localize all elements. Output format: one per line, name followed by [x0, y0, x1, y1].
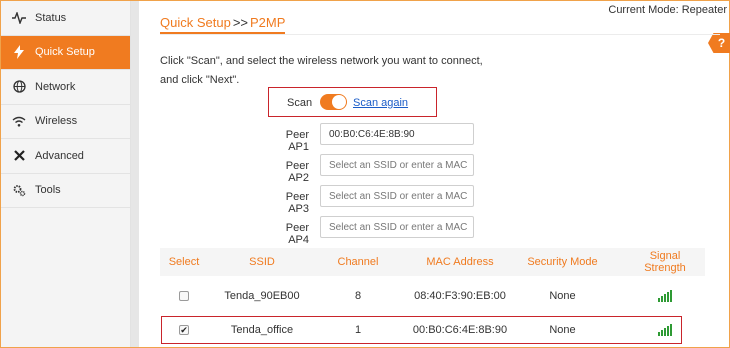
peer-ap1-label: Peer AP1	[285, 129, 309, 153]
globe-icon	[11, 79, 27, 95]
col-channel: Channel	[337, 256, 379, 268]
peer-ap2-input[interactable]	[320, 154, 474, 176]
sidebar-item-quick-setup[interactable]: Quick Setup	[1, 35, 130, 70]
table-header: Select SSID Channel MAC Address Security…	[160, 248, 705, 276]
signal-strength-icon	[658, 290, 672, 302]
col-signal: Signal Strength	[644, 250, 686, 274]
scan-toggle[interactable]	[320, 94, 347, 110]
peer-ap4-label: Peer AP4	[285, 222, 309, 246]
sidebar-item-label: Network	[35, 80, 76, 93]
main-content: Current Mode: Repeater ? Quick Setup >> P2…	[139, 1, 730, 347]
signal-strength-icon	[658, 324, 672, 336]
peer-ap3-input[interactable]	[320, 185, 474, 207]
peer-ap2-label: Peer AP2	[285, 160, 309, 184]
table-row[interactable]: Tenda_90EB00 8 08:40:F3:90:EB:00 None	[160, 281, 705, 311]
instruction-line-2: and click "Next".	[160, 74, 240, 86]
sidebar-divider	[131, 1, 139, 347]
sidebar-item-label: Tools	[35, 184, 61, 197]
instruction-line-1: Click "Scan", and select the wireless ne…	[160, 55, 483, 67]
row-channel: 1	[354, 324, 362, 336]
help-button[interactable]: ?	[708, 33, 730, 53]
breadcrumb-p2mp: P2MP	[250, 15, 286, 30]
col-select: Select	[168, 256, 200, 268]
row-mac: 08:40:F3:90:EB:00	[414, 290, 506, 302]
lightning-icon	[11, 44, 27, 60]
peer-ap1-input[interactable]	[320, 123, 474, 145]
row-security: None	[549, 324, 576, 336]
col-security: Security Mode	[527, 256, 598, 268]
row-security: None	[549, 290, 576, 302]
row-mac: 00:B0:C6:4E:8B:90	[412, 324, 508, 336]
sidebar-item-advanced[interactable]: Advanced	[1, 139, 130, 174]
tools-cross-icon	[11, 148, 27, 164]
breadcrumb: Quick Setup >> P2MP	[160, 15, 286, 34]
sidebar-item-network[interactable]: Network	[1, 70, 130, 105]
peer-ap3-label: Peer AP3	[285, 191, 309, 215]
sidebar-item-label: Quick Setup	[35, 46, 95, 59]
pulse-icon	[11, 10, 27, 26]
title-divider	[160, 34, 720, 35]
scan-label: Scan	[287, 97, 313, 109]
sidebar-item-label: Status	[35, 11, 67, 24]
sidebar-item-tools[interactable]: Tools	[1, 174, 130, 208]
breadcrumb-separator: >>	[232, 15, 249, 30]
breadcrumb-quick-setup[interactable]: Quick Setup	[160, 15, 231, 30]
toggle-knob	[332, 95, 346, 109]
table-row[interactable]: ✔ Tenda_office 1 00:B0:C6:4E:8B:90 None	[160, 315, 705, 345]
sidebar-item-status[interactable]: Status	[1, 1, 130, 36]
current-mode: Current Mode: Repeater	[608, 4, 727, 16]
gears-icon	[11, 182, 27, 198]
row-checkbox[interactable]	[179, 291, 189, 301]
sidebar-item-label: Wireless	[35, 115, 78, 128]
peer-ap4-input[interactable]	[320, 216, 474, 238]
sidebar-item-wireless[interactable]: Wireless	[1, 105, 130, 139]
row-ssid: Tenda_office	[230, 324, 294, 336]
wifi-icon	[11, 113, 27, 129]
row-ssid: Tenda_90EB00	[224, 290, 300, 302]
sidebar-item-label: Advanced	[35, 149, 84, 162]
row-checkbox-checked[interactable]: ✔	[179, 325, 189, 335]
sidebar: Status Quick Setup Network Wireless Adva…	[1, 1, 131, 347]
col-ssid: SSID	[249, 256, 275, 268]
row-channel: 8	[354, 290, 362, 302]
scan-again-link[interactable]: Scan again	[353, 97, 408, 109]
col-mac: MAC Address	[426, 256, 494, 268]
